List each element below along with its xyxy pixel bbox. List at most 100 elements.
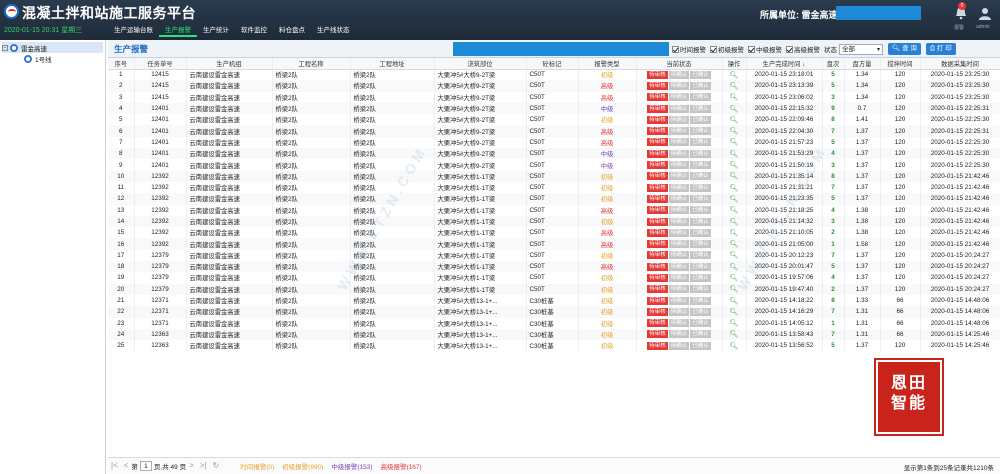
nav-item[interactable]: 生产统计 [197,25,235,37]
table-row[interactable]: 5 12401 云南建设雷金高速 桥梁2队 桥梁2队 大栗冲5#大桥9-2T梁 C50T 初级… [108,114,1000,126]
view-detail-icon[interactable]: 🔍︎ [730,94,739,101]
pour-site-cell: 大栗冲5#大桥9-2T梁 [434,125,527,137]
table-row[interactable]: 6 12401 云南建设雷金高速 桥梁2队 桥梁2队 大栗冲5#大桥9-2T梁 C50T 高级… [108,125,1000,137]
nav-item[interactable]: 生产线状态 [311,25,356,37]
view-detail-icon[interactable]: 🔍︎ [730,185,739,192]
column-header[interactable]: 浇筑部位 [434,58,527,70]
table-cell: 7 [108,136,135,149]
table-row[interactable]: 11 12392 云南建设雷金高速 桥梁2队 桥梁2队 大栗冲5#大桥1-1T梁 C50T 初… [108,181,1000,194]
query-button[interactable]: 🔍︎ 查 询 [888,43,921,55]
view-detail-icon[interactable]: 🔍︎ [730,139,739,146]
refresh-icon[interactable]: ↻ [213,461,220,470]
table-row[interactable]: 24 12363 云南建设雷金高速 桥梁2队 桥梁2队 大栗冲5#大桥13-1+... C3… [108,328,1000,341]
column-header[interactable]: 盘方量 [844,58,881,70]
table-row[interactable]: 3 12415 云南建设雷金高速 桥梁2队 桥梁2队 大栗冲5#大桥9-2T梁 C50T 高级… [108,91,1000,103]
view-detail-icon[interactable]: 🔍︎ [730,162,739,169]
table-row[interactable]: 12 12392 云南建设雷金高速 桥梁2队 桥梁2队 大栗冲5#大桥1-1T梁 C50T 初… [108,193,1000,205]
collapse-icon[interactable]: − [2,44,8,51]
column-header[interactable]: 数据采集时间 [920,58,1000,70]
view-detail-icon[interactable]: 🔍︎ [730,83,739,90]
filter-high[interactable]: 高级报警 [786,44,820,54]
column-header[interactable]: 生产完成时间 ↓ [746,58,823,70]
view-detail-icon[interactable]: 🔍︎ [730,196,739,203]
last-page-icon[interactable]: >| [200,461,207,470]
alarm-level-cell: 初级 [578,306,637,318]
tree-child[interactable]: 1号线 [2,53,103,64]
collect-time-cell: 2020-01-15 14:48:06 [920,306,1000,318]
user-icon[interactable] [978,6,992,20]
table-row[interactable]: 9 12401 云南建设雷金高速 桥梁2队 桥梁2队 大栗冲5#大桥9-2T梁 C50T 中级… [108,159,1000,171]
print-button[interactable]: ⎙ 打 印 [925,43,956,55]
table-row[interactable]: 21 12371 云南建设雷金高速 桥梁2队 桥梁2队 大栗冲5#大桥13-1+... C3… [108,294,1000,307]
table-row[interactable]: 1 12415 云南建设雷金高速 桥梁2队 桥梁2队 大栗冲5#大桥9-2T梁 C50T 初级… [108,69,1000,81]
column-header[interactable]: 当前状态 [636,58,723,70]
table-row[interactable]: 17 12379 云南建设雷金高速 桥梁2队 桥梁2队 大栗冲5#大桥1-1T梁 C50T 初… [108,249,1000,262]
view-detail-icon[interactable]: 🔍︎ [730,320,739,327]
view-detail-icon[interactable]: 🔍︎ [730,106,739,113]
checkbox[interactable] [710,45,717,53]
view-detail-icon[interactable]: 🔍︎ [730,72,739,79]
column-header[interactable]: 盘次 [822,58,845,70]
table-row[interactable]: 18 12379 云南建设雷金高速 桥梁2队 桥梁2队 大栗冲5#大桥1-1T梁 C50T 高… [108,261,1000,273]
view-detail-icon[interactable]: 🔍︎ [730,230,739,237]
view-detail-icon[interactable]: 🔍︎ [730,343,739,350]
table-row[interactable]: 19 12379 云南建设雷金高速 桥梁2队 桥梁2队 大栗冲5#大桥1-1T梁 C50T 初… [108,272,1000,284]
column-header[interactable]: 任务单号 [134,58,187,70]
state-select[interactable]: 全部 [839,43,883,55]
page-input[interactable]: 1 [139,460,152,471]
filter-time[interactable]: 时间报警 [672,44,706,54]
filter-mid[interactable]: 中级报警 [748,44,782,54]
view-detail-icon[interactable]: 🔍︎ [730,151,739,158]
nav-item[interactable]: 生产报警 [159,25,197,37]
nav-item[interactable]: 软件监控 [235,25,273,37]
column-header[interactable]: 序号 [108,58,135,70]
column-header[interactable]: 操作 [722,58,747,70]
prev-page-icon[interactable]: < [124,461,129,470]
column-header[interactable]: 砼标记 [526,58,579,70]
table-row[interactable]: 15 12392 云南建设雷金高速 桥梁2队 桥梁2队 大栗冲5#大桥1-1T梁 C50T 高… [108,227,1000,239]
table-row[interactable]: 2 12415 云南建设雷金高速 桥梁2队 桥梁2队 大栗冲5#大桥9-2T梁 C50T 高级… [108,80,1000,92]
status-step: 待确认 [668,240,690,249]
nav-item[interactable]: 生产运输台账 [108,25,159,37]
view-detail-icon[interactable]: 🔍︎ [730,207,739,214]
view-detail-icon[interactable]: 🔍︎ [730,264,739,271]
table-row[interactable]: 7 12401 云南建设雷金高速 桥梁2队 桥梁2队 大栗冲5#大桥9-2T梁 C50T 高级… [108,136,1000,149]
filter-initial[interactable]: 初级报警 [710,44,744,54]
view-detail-icon[interactable]: 🔍︎ [730,331,739,338]
table-row[interactable]: 10 12392 云南建设雷金高速 桥梁2队 桥梁2队 大栗冲5#大桥1-1T梁 C50T 初… [108,170,1000,182]
checkbox[interactable] [786,45,793,53]
view-detail-icon[interactable]: 🔍︎ [730,275,739,282]
nav-item[interactable]: 料仓盘点 [273,25,311,37]
table-row[interactable]: 25 12363 云南建设雷金高速 桥梁2队 桥梁2队 大栗冲5#大桥13-1+... C3… [108,340,1000,352]
first-page-icon[interactable]: |< [111,461,118,470]
table-row[interactable]: 22 12371 云南建设雷金高速 桥梁2队 桥梁2队 大栗冲5#大桥13-1+... C3… [108,306,1000,318]
checkbox[interactable] [748,45,755,53]
table-row[interactable]: 13 12392 云南建设雷金高速 桥梁2队 桥梁2队 大栗冲5#大桥1-1T梁 C50T 高… [108,204,1000,216]
view-detail-icon[interactable]: 🔍︎ [730,298,739,305]
status-cell: 待审核 待确认 已确认 [636,69,723,81]
table-row[interactable]: 23 12371 云南建设雷金高速 桥梁2队 桥梁2队 大栗冲5#大桥13-1+... C3… [108,317,1000,329]
table-row[interactable]: 20 12379 云南建设雷金高速 桥梁2队 桥梁2队 大栗冲5#大桥1-1T梁 C50T 初… [108,283,1000,295]
table-row[interactable]: 4 12401 云南建设雷金高速 桥梁2队 桥梁2队 大栗冲5#大桥9-2T梁 C50T 中级… [108,102,1000,115]
view-detail-icon[interactable]: 🔍︎ [730,286,739,293]
next-page-icon[interactable]: > [189,461,194,470]
view-detail-icon[interactable]: 🔍︎ [730,117,739,124]
legend-mid: 中级报警(153) [331,463,373,471]
tree-root[interactable]: − 雷金高速 [2,42,103,53]
view-detail-icon[interactable]: 🔍︎ [730,309,739,316]
column-header[interactable]: 报警类型 [578,58,637,70]
batch-volume-cell: 1.37 [844,249,881,262]
column-header[interactable]: 工程名称 [272,58,351,70]
column-header[interactable]: 工程地址 [350,58,435,70]
view-detail-icon[interactable]: 🔍︎ [730,241,739,248]
table-row[interactable]: 14 12392 云南建设雷金高速 桥梁2队 桥梁2队 大栗冲5#大桥1-1T梁 C50T 初… [108,215,1000,228]
table-row[interactable]: 8 12401 云南建设雷金高速 桥梁2队 桥梁2队 大栗冲5#大桥9-2T梁 C50T 中级… [108,148,1000,160]
view-detail-icon[interactable]: 🔍︎ [730,252,739,259]
view-detail-icon[interactable]: 🔍︎ [730,219,739,226]
table-row[interactable]: 16 12392 云南建设雷金高速 桥梁2队 桥梁2队 大栗冲5#大桥1-1T梁 C50T 高… [108,238,1000,250]
view-detail-icon[interactable]: 🔍︎ [730,128,739,135]
view-detail-icon[interactable]: 🔍︎ [730,173,739,180]
column-header[interactable]: 生产机组 [186,58,273,70]
checkbox[interactable] [672,45,679,53]
column-header[interactable]: 搅拌时间 [880,58,921,70]
